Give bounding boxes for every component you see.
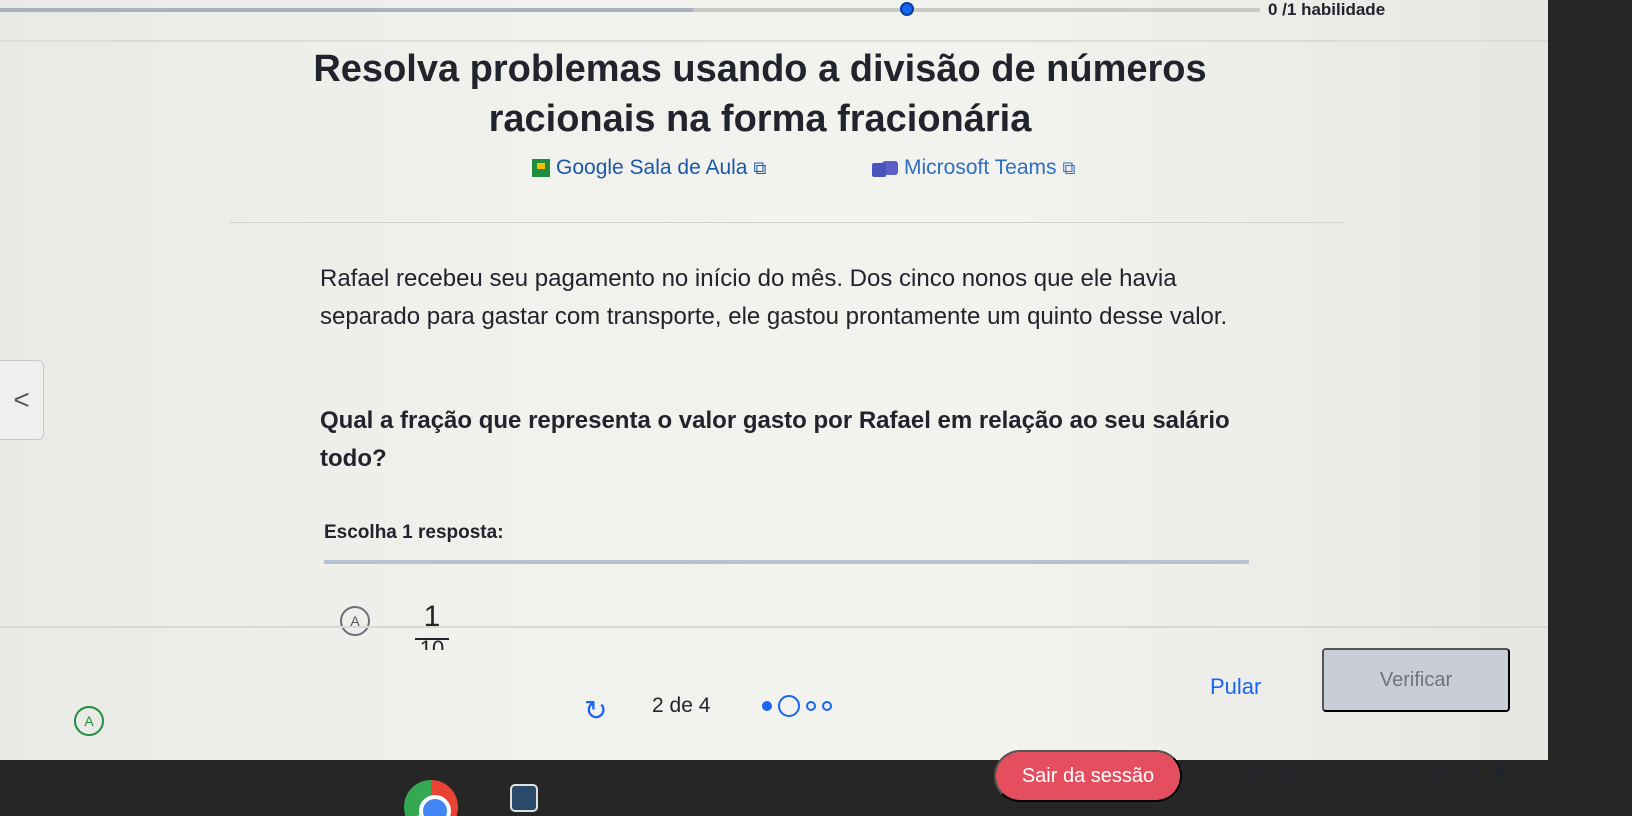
accessibility-icon[interactable]: A <box>74 706 104 736</box>
microsoft-teams-icon <box>872 159 898 177</box>
step-dot-done <box>762 701 772 711</box>
previous-button[interactable]: < <box>0 360 44 440</box>
logout-button[interactable]: Sair da sessão <box>994 750 1182 802</box>
skip-button[interactable]: Pular <box>1210 674 1261 700</box>
check-button[interactable]: Verificar <box>1322 648 1510 712</box>
redo-icon[interactable]: ↻ <box>584 694 607 727</box>
step-dot-next <box>822 701 832 711</box>
share-microsoft-teams-link[interactable]: Microsoft Teams ⧉ <box>872 156 1075 180</box>
app-icon[interactable] <box>510 784 538 812</box>
taskbar-time: 20:03 <box>1356 762 1407 784</box>
fraction-numerator: 1 <box>423 600 441 633</box>
choices-divider <box>324 560 1249 564</box>
page-title: Resolva problemas usando a divisão de nú… <box>313 48 1207 140</box>
system-tray[interactable]: ▤ ▼ ▮ <box>1432 760 1505 781</box>
share-links: Google Sala de Aula ⧉ Microsoft Teams ⧉ <box>0 156 1548 186</box>
external-link-icon: ⧉ <box>1062 157 1076 178</box>
google-classroom-label: Google Sala de Aula <box>556 156 748 179</box>
answer-choice-a[interactable]: A 1 10 <box>340 600 452 660</box>
clipboard-icon: ▤ <box>1432 760 1450 780</box>
battery-icon: ▮ <box>1494 760 1505 780</box>
share-google-classroom-link[interactable]: Google Sala de Aula ⧉ <box>532 156 766 180</box>
skill-progress-track <box>0 8 1260 12</box>
step-dots <box>762 695 832 717</box>
skill-progress-fill <box>0 8 693 12</box>
skill-count: 0 /1 habilidade <box>1268 0 1386 19</box>
google-classroom-icon <box>532 159 550 177</box>
question-text: Rafael recebeu seu pagamento no início d… <box>320 265 1228 330</box>
step-dot-next <box>806 701 816 711</box>
chevron-left-icon: < <box>13 384 30 415</box>
screen: 0 /1 habilidade Resolva problemas usando… <box>0 0 1548 760</box>
chrome-icon[interactable] <box>404 780 458 816</box>
title-divider <box>230 222 1345 223</box>
step-indicator: 2 de 4 <box>652 694 711 717</box>
step-dot-current <box>778 695 800 717</box>
taskbar-date: 20 de mai. <box>1212 762 1306 784</box>
fraction-denominator: 10 <box>420 640 444 650</box>
choose-label: Escolha 1 resposta: <box>324 522 504 543</box>
external-link-icon: ⧉ <box>753 157 767 178</box>
choice-fraction: 1 10 <box>412 600 452 650</box>
choice-letter-badge: A <box>340 606 370 636</box>
question-ask: Qual a fração que representa o valor gas… <box>320 407 1230 472</box>
microsoft-teams-label: Microsoft Teams <box>904 156 1057 179</box>
wifi-icon: ▼ <box>1463 760 1481 780</box>
footer-divider <box>0 626 1548 628</box>
header-divider <box>0 40 1548 42</box>
progress-marker <box>900 2 914 16</box>
